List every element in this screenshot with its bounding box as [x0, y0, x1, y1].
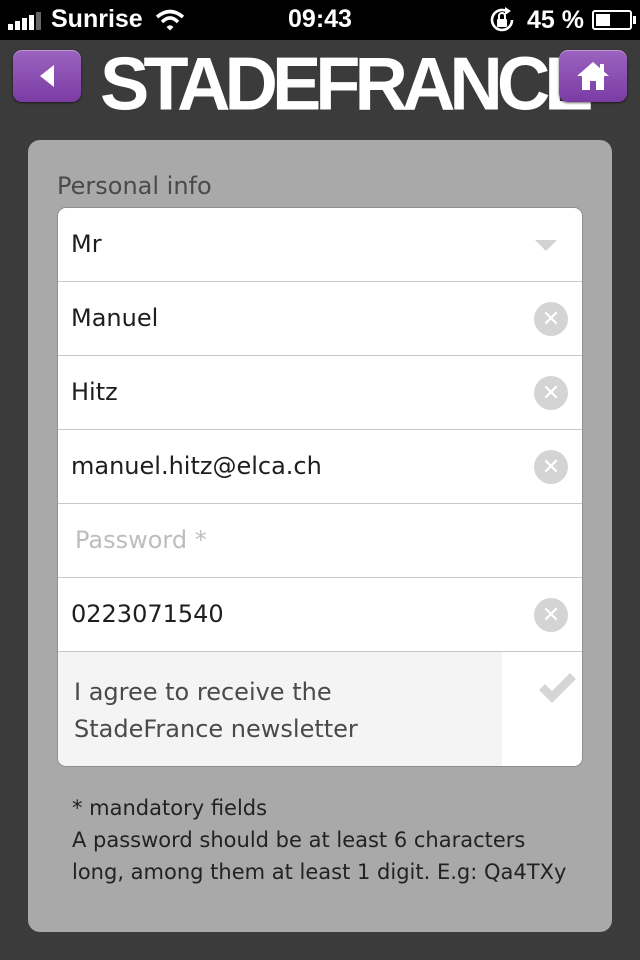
clear-icon[interactable]: ✕: [534, 302, 568, 336]
checkmark-icon[interactable]: [536, 670, 578, 706]
password-hint-line2: long, among them at least 1 digit. E.g: …: [72, 860, 567, 884]
password-hint-line1: A password should be at least 6 characte…: [72, 828, 526, 852]
form-notes: * mandatory fields A password should be …: [72, 792, 592, 888]
dropdown-arrow-icon: [535, 240, 557, 251]
app-header: STADEFRANCE: [0, 40, 640, 140]
battery-icon: [592, 10, 636, 30]
personal-info-card: Personal info Mr Manuel ✕ Hitz ✕ manuel.…: [28, 140, 612, 932]
stadefrance-logo: STADEFRANCE: [100, 41, 594, 126]
battery-percent: 45 %: [527, 5, 584, 34]
home-icon: [577, 62, 609, 90]
password-field[interactable]: Password *: [58, 504, 582, 578]
clear-icon[interactable]: ✕: [534, 450, 568, 484]
first-name-field[interactable]: Manuel ✕: [58, 282, 582, 356]
title-select[interactable]: Mr: [58, 208, 582, 282]
clear-icon[interactable]: ✕: [534, 376, 568, 410]
newsletter-label-line1: I agree to receive the: [74, 678, 332, 706]
last-name-field[interactable]: Hitz ✕: [58, 356, 582, 430]
email-value: manuel.hitz@elca.ch: [71, 452, 322, 480]
mandatory-note: * mandatory fields: [72, 796, 268, 820]
personal-info-form: Mr Manuel ✕ Hitz ✕ manuel.hitz@elca.ch ✕…: [57, 207, 583, 767]
newsletter-label: I agree to receive the StadeFrance newsl…: [58, 652, 502, 766]
status-bar: Sunrise 09:43 45 %: [0, 0, 640, 40]
rotation-lock-icon: [490, 7, 514, 32]
newsletter-checkbox-row[interactable]: I agree to receive the StadeFrance newsl…: [58, 652, 582, 766]
home-button[interactable]: [559, 50, 627, 102]
status-right: 45 %: [487, 5, 636, 35]
newsletter-label-line2: StadeFrance newsletter: [74, 715, 358, 743]
phone-value: 0223071540: [71, 600, 224, 628]
email-field[interactable]: manuel.hitz@elca.ch ✕: [58, 430, 582, 504]
first-name-value: Manuel: [71, 304, 159, 332]
section-title: Personal info: [57, 172, 212, 200]
last-name-value: Hitz: [71, 378, 118, 406]
clear-icon[interactable]: ✕: [534, 598, 568, 632]
password-placeholder: Password *: [75, 526, 207, 554]
phone-field[interactable]: 0223071540 ✕: [58, 578, 582, 652]
title-value: Mr: [71, 230, 102, 258]
left-arrow-icon: [40, 65, 54, 87]
back-button[interactable]: [13, 50, 81, 102]
